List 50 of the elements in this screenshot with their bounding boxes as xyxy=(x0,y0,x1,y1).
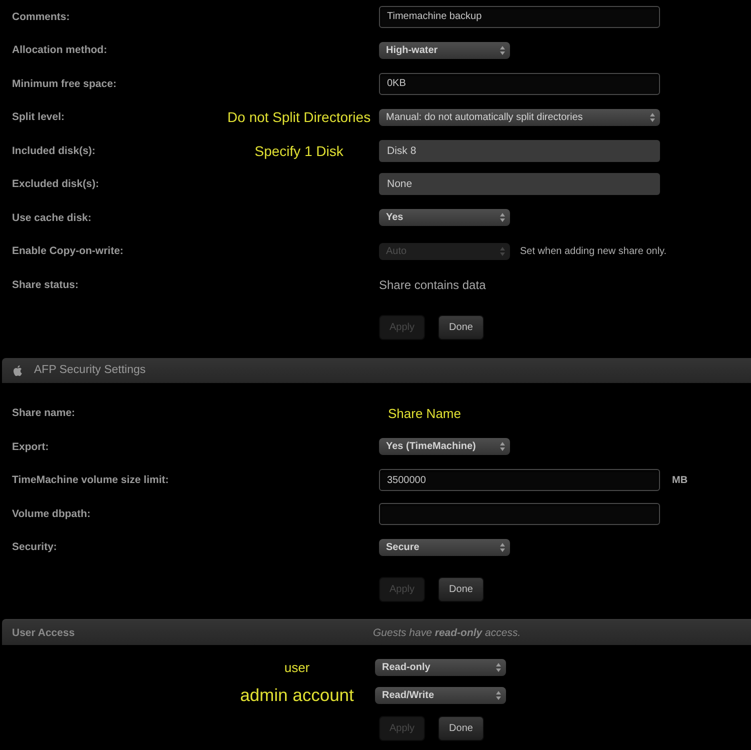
dropdown[interactable]: Read/Write xyxy=(375,686,506,704)
field-label: Export: xyxy=(12,440,49,453)
hint-text: Set when adding new share only. xyxy=(520,246,667,257)
annotation-text: Specify 1 Disk xyxy=(254,142,344,159)
updown-arrow-icon xyxy=(496,690,501,700)
field-label: Included disk(s): xyxy=(12,144,96,157)
section-title: User Access xyxy=(12,626,75,638)
dropdown[interactable]: Manual: do not automatically split directories xyxy=(379,108,660,126)
field-label: Minimum free space: xyxy=(12,78,116,90)
guest-access-note: Guests have read-only access. xyxy=(373,626,521,638)
field-label: Security: xyxy=(12,541,57,554)
updown-arrow-icon xyxy=(650,112,655,122)
done-button[interactable]: Done xyxy=(438,577,484,602)
updown-arrow-icon xyxy=(500,442,505,452)
text-field[interactable]: 3500000 xyxy=(379,469,660,492)
field-label: Split level: xyxy=(12,111,65,124)
dropdown[interactable]: Read-only xyxy=(375,658,506,676)
updown-arrow-icon xyxy=(500,542,505,552)
text-field[interactable]: 0KB xyxy=(379,72,660,95)
updown-arrow-icon xyxy=(496,662,501,672)
field-label: TimeMachine volume size limit: xyxy=(12,474,169,486)
field-label: Share name: xyxy=(12,407,76,420)
status-text: Share contains data xyxy=(379,278,486,292)
field-label: Comments: xyxy=(12,10,70,23)
annotation-text: Do not Split Directories xyxy=(227,109,371,126)
annotation-text: user xyxy=(284,660,310,674)
field-label: Share status: xyxy=(12,278,79,291)
unit-label: MB xyxy=(672,474,688,486)
annotation-text: Share Name xyxy=(388,406,461,421)
updown-arrow-icon xyxy=(500,213,505,222)
apple-icon xyxy=(13,364,22,376)
disk-picker-field[interactable]: None xyxy=(379,173,660,196)
done-button[interactable]: Done xyxy=(438,314,484,340)
disk-picker-field[interactable]: Disk 8 xyxy=(379,140,660,162)
field-label: Use cache disk: xyxy=(12,212,92,224)
dropdown[interactable]: High-water xyxy=(379,42,510,59)
section-title: AFP Security Settings xyxy=(34,364,146,376)
annotation-text: admin account xyxy=(240,684,354,706)
field-label: Excluded disk(s): xyxy=(12,178,99,190)
text-field[interactable]: Timemachine backup xyxy=(379,6,660,28)
field-label: Allocation method: xyxy=(12,44,108,56)
updown-arrow-icon xyxy=(500,46,505,55)
field-label: Volume dbpath: xyxy=(12,508,91,520)
dropdown[interactable]: Yes xyxy=(379,209,510,226)
updown-arrow-icon xyxy=(500,246,505,256)
dropdown[interactable]: Secure xyxy=(379,538,510,556)
done-button[interactable]: Done xyxy=(438,716,484,741)
dropdown[interactable]: Yes (TimeMachine) xyxy=(379,438,510,456)
text-field[interactable] xyxy=(379,502,660,525)
field-label: Enable Copy-on-write: xyxy=(12,245,124,258)
